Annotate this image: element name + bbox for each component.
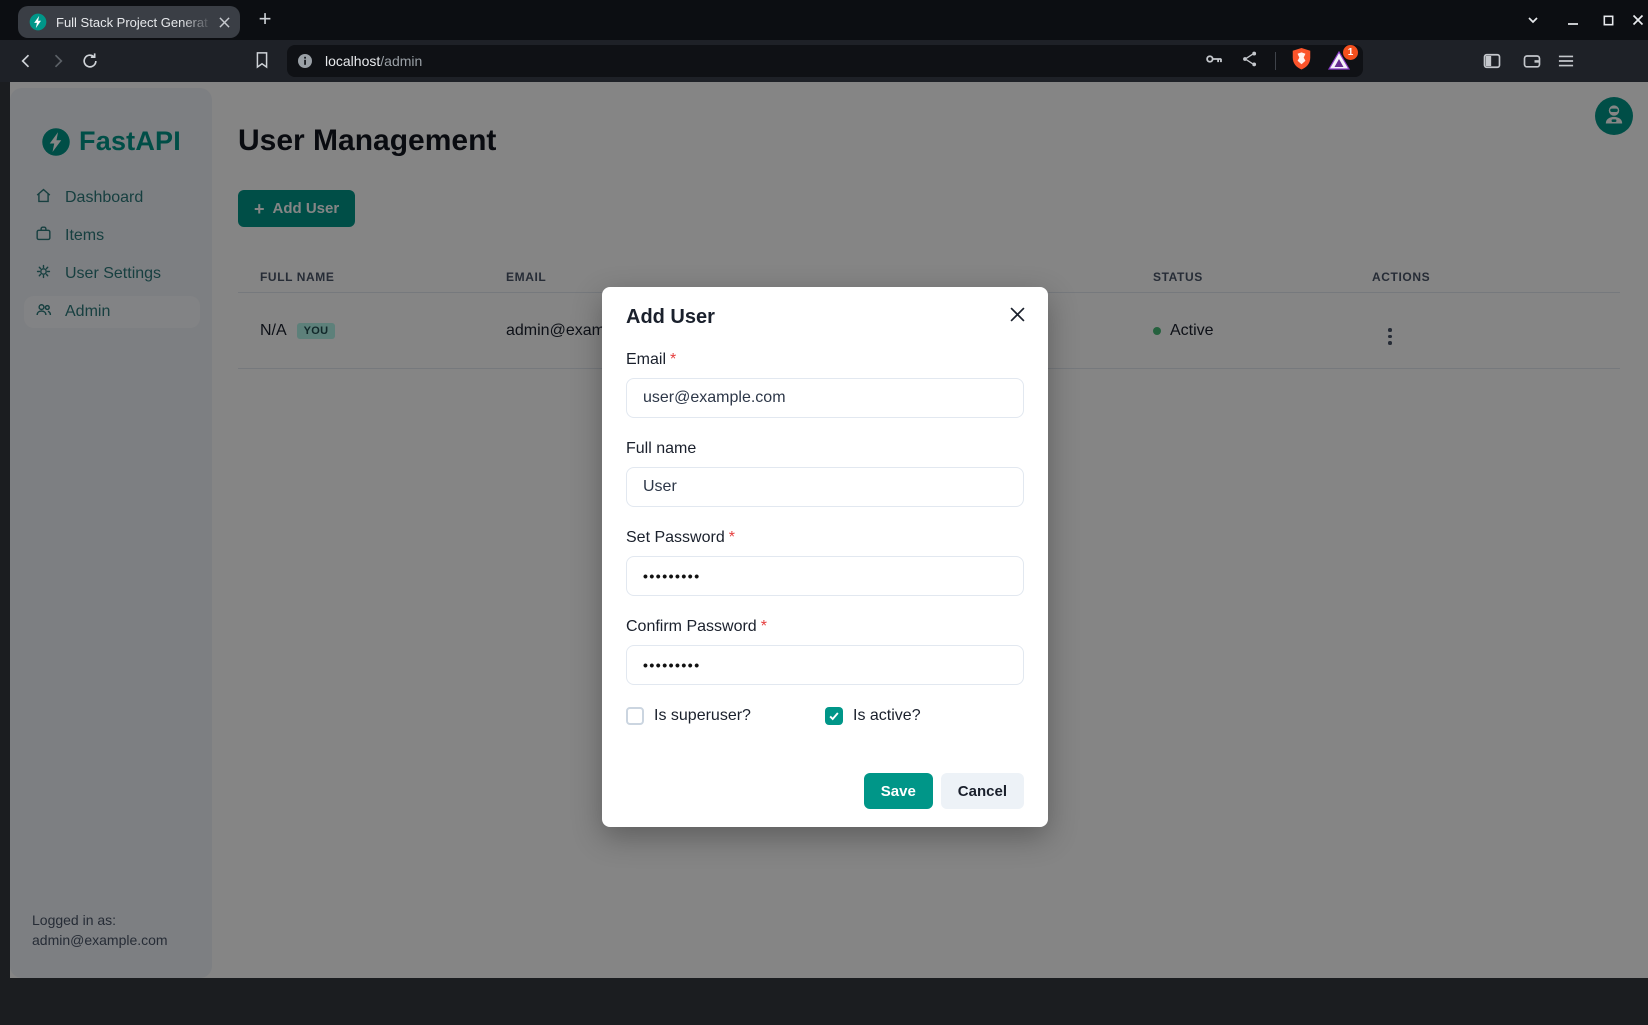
screen: Full Stack Project Generat + [0, 0, 1648, 1025]
menu-hamburger-icon[interactable] [1556, 51, 1576, 71]
bookmark-icon[interactable] [252, 50, 274, 72]
add-user-modal: Add User Email* user@example.com Full na… [602, 287, 1048, 827]
new-tab-button[interactable]: + [252, 7, 278, 33]
modal-title: Add User [626, 303, 1024, 331]
url-host: localhost [325, 53, 380, 69]
is-active-checkbox[interactable]: Is active? [825, 707, 1024, 725]
confirm-password-field-group: Confirm Password* ••••••••• [626, 616, 1024, 685]
email-field-group: Email* user@example.com [626, 349, 1024, 418]
full-name-field-group: Full name User [626, 438, 1024, 507]
confirm-password-label: Confirm Password* [626, 616, 1024, 637]
set-password-field-group: Set Password* ••••••••• [626, 527, 1024, 596]
is-superuser-checkbox[interactable]: Is superuser? [626, 707, 825, 725]
cancel-button[interactable]: Cancel [941, 773, 1024, 809]
required-asterisk: * [670, 351, 676, 368]
page-viewport: FastAPI Dashboard Items User Settings [0, 82, 1648, 1025]
set-password-label: Set Password* [626, 527, 1024, 548]
password-key-icon[interactable] [1203, 48, 1225, 75]
url-text: localhost/admin [325, 53, 422, 69]
confirm-password-field[interactable]: ••••••••• [626, 645, 1024, 685]
wallet-icon[interactable] [1522, 51, 1542, 71]
toolbar-separator [1275, 52, 1276, 70]
address-bar[interactable]: localhost/admin 1 [287, 45, 1363, 77]
window-minimize-button[interactable] [1564, 11, 1582, 29]
rewards-badge: 1 [1343, 45, 1358, 60]
is-active-label: Is active? [853, 707, 921, 725]
tab-close-icon[interactable] [216, 14, 232, 30]
browser-toolbar: localhost/admin 1 [0, 40, 1648, 82]
window-close-button[interactable] [1629, 11, 1647, 29]
share-icon[interactable] [1240, 49, 1260, 74]
is-superuser-label: Is superuser? [654, 707, 751, 725]
checkbox-unchecked-icon[interactable] [626, 707, 644, 725]
back-button[interactable] [14, 49, 38, 73]
brave-shield-icon[interactable] [1291, 47, 1312, 75]
forward-button[interactable] [46, 49, 70, 73]
sidebar-toggle-icon[interactable] [1482, 51, 1502, 71]
full-name-label: Full name [626, 438, 1024, 459]
tab-title: Full Stack Project Generat [56, 15, 216, 30]
url-path: /admin [380, 53, 422, 69]
modal-footer: Save Cancel [626, 773, 1024, 809]
set-password-field[interactable]: ••••••••• [626, 556, 1024, 596]
email-label: Email* [626, 349, 1024, 370]
required-asterisk: * [729, 529, 735, 546]
site-info-icon[interactable] [297, 53, 313, 69]
modal-close-icon[interactable] [1006, 303, 1028, 325]
email-field[interactable]: user@example.com [626, 378, 1024, 418]
checkbox-row: Is superuser? Is active? [626, 707, 1024, 725]
window-maximize-button[interactable] [1599, 11, 1617, 29]
save-button[interactable]: Save [864, 773, 933, 809]
tab-search-chevron-icon[interactable] [1524, 11, 1542, 29]
browser-tab-active[interactable]: Full Stack Project Generat [18, 6, 240, 38]
checkbox-checked-icon[interactable] [825, 707, 843, 725]
full-name-field[interactable]: User [626, 467, 1024, 507]
fastapi-favicon-icon [28, 12, 48, 32]
browser-tab-strip: Full Stack Project Generat + [0, 0, 1648, 40]
required-asterisk: * [761, 618, 767, 635]
reload-button[interactable] [78, 49, 102, 73]
brave-rewards-icon[interactable]: 1 [1327, 49, 1351, 73]
